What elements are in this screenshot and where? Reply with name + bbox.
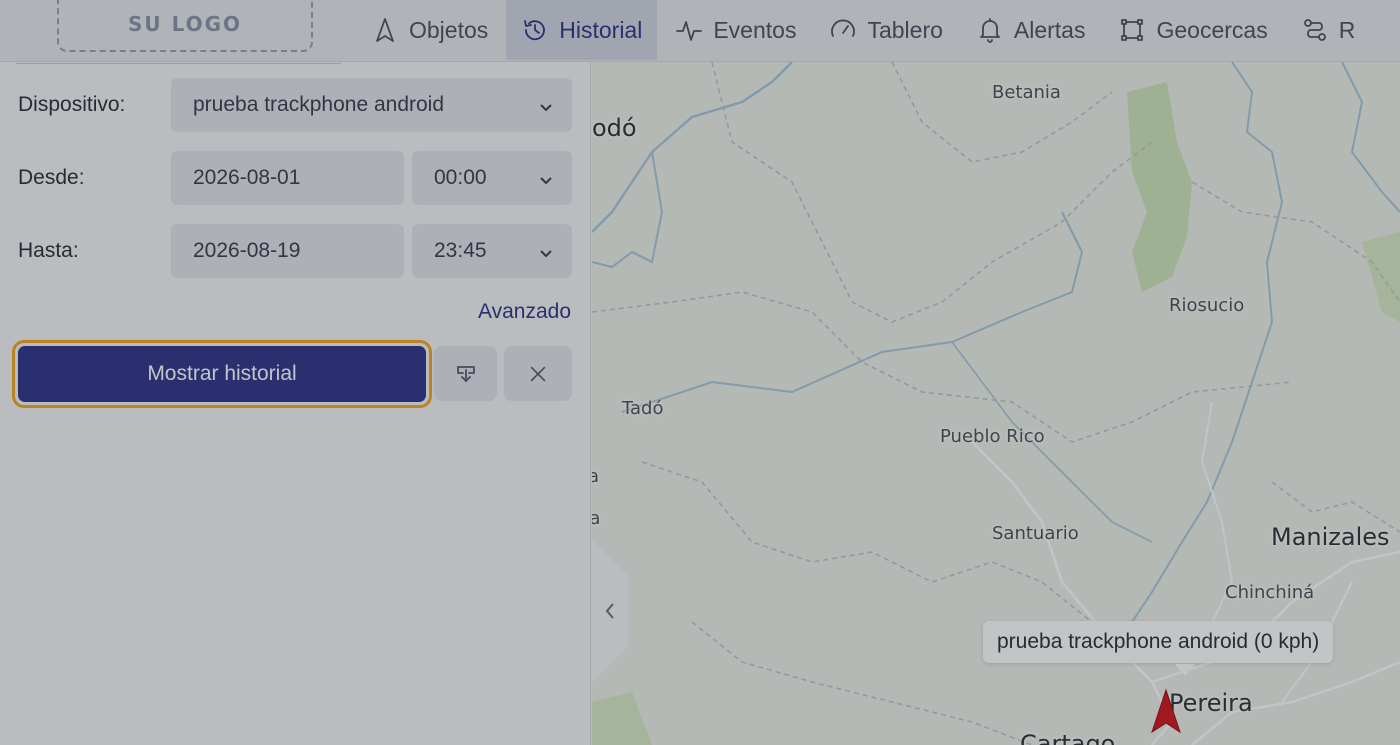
main-tabs: Objetos Historial Eventos Tablero Alerta… [356, 0, 1373, 60]
map-place-label: Betania [992, 82, 1061, 103]
device-select[interactable]: prueba trackphone android [171, 78, 572, 132]
divider [16, 63, 341, 64]
clear-button[interactable] [504, 346, 572, 401]
show-history-label: Mostrar historial [18, 346, 426, 402]
tab-label: R [1338, 16, 1356, 43]
tab-label: Objetos [409, 16, 489, 43]
navigation-arrow-icon [376, 18, 394, 42]
to-time-select[interactable]: 23:45 [412, 224, 572, 278]
map-place-label: Cartago [1020, 730, 1116, 745]
advanced-link[interactable]: Avanzado [478, 300, 571, 324]
device-label: Dispositivo: [18, 93, 126, 116]
chevron-down-icon [538, 170, 554, 186]
close-icon [530, 366, 546, 381]
logo-placeholder: SU LOGO [57, 0, 313, 52]
device-marker-icon[interactable] [1149, 688, 1183, 734]
map-place-label: ra [592, 508, 601, 529]
tab-label: Tablero [867, 16, 943, 43]
map-place-label: a [592, 466, 600, 487]
map-place-label: Santuario [992, 523, 1079, 544]
to-date-value: 2026-08-19 [193, 239, 301, 262]
tab-label: Alertas [1013, 16, 1086, 43]
history-icon [524, 20, 546, 41]
tab-label: Eventos [713, 16, 797, 43]
to-date-input[interactable]: 2026-08-19 [171, 224, 404, 278]
device-value: prueba trackphone android [193, 93, 445, 116]
tab-eventos[interactable]: Eventos [660, 0, 812, 60]
tab-label: Historial [559, 16, 643, 43]
from-date-input[interactable]: 2026-08-01 [171, 151, 404, 205]
map-place-label: Tadó [622, 398, 664, 419]
from-time-select[interactable]: 00:00 [412, 151, 572, 205]
tab-historial[interactable]: Historial [506, 0, 658, 60]
logo-text: SU LOGO [127, 12, 243, 36]
tab-label: Geocercas [1156, 16, 1268, 43]
from-time-value: 00:00 [434, 166, 487, 189]
chevron-down-icon [538, 243, 554, 259]
chevron-down-icon [538, 97, 554, 113]
map-place-label: odó [592, 114, 637, 142]
tab-tablero[interactable]: Tablero [814, 0, 958, 60]
collapse-panel-button[interactable] [592, 540, 628, 682]
chevron-left-icon [605, 603, 614, 619]
map-place-label: Chinchiná [1225, 582, 1315, 603]
from-date-value: 2026-08-01 [193, 166, 301, 189]
map-place-label: Manizales [1271, 523, 1390, 551]
download-icon [456, 365, 475, 382]
tab-rutas[interactable]: R [1286, 0, 1371, 60]
geofence-icon [1121, 19, 1144, 41]
tab-alertas[interactable]: Alertas [960, 0, 1101, 60]
history-panel: Dispositivo: prueba trackphone android D… [0, 62, 591, 745]
tab-objetos[interactable]: Objetos [356, 0, 504, 60]
tab-geocercas[interactable]: Geocercas [1103, 0, 1283, 60]
activity-icon [676, 21, 703, 41]
to-label: Hasta: [18, 239, 79, 262]
gauge-icon [831, 19, 856, 37]
route-icon [1303, 19, 1326, 41]
show-history-button[interactable]: Mostrar historial [12, 340, 432, 408]
tooltip-pointer [1175, 664, 1195, 676]
map-place-label: Pueblo Rico [940, 426, 1045, 447]
device-tooltip: prueba trackphone android (0 kph) [983, 621, 1334, 663]
download-button[interactable] [434, 346, 497, 401]
from-label: Desde: [18, 166, 85, 189]
map-place-label: Riosucio [1169, 295, 1245, 316]
bell-icon [979, 18, 1000, 43]
to-time-value: 23:45 [434, 239, 487, 262]
top-navigation: SU LOGO Objetos Historial Eventos Tabler… [0, 0, 1400, 62]
